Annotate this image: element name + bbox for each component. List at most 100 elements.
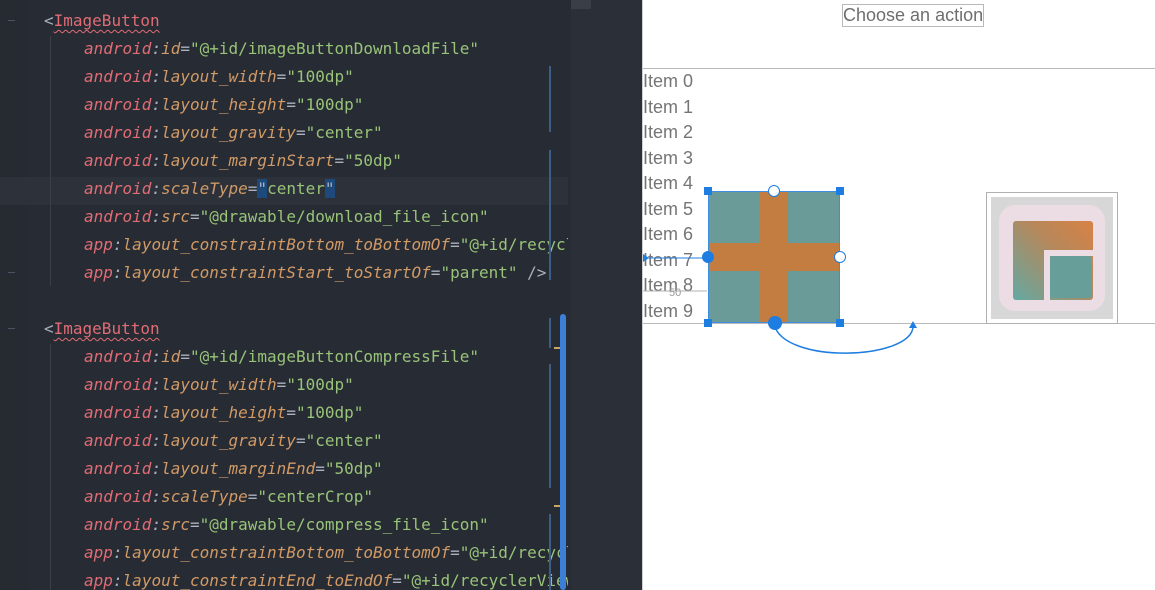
list-item[interactable]: Item 3 bbox=[643, 146, 693, 171]
code-line[interactable]: android:src="@drawable/download_file_ico… bbox=[44, 203, 489, 231]
code-token: = bbox=[392, 571, 402, 590]
code-token: : bbox=[151, 375, 162, 394]
image-button-compress-file[interactable] bbox=[986, 192, 1118, 324]
layout-preview[interactable]: Choose an action Item 0 Item 1 Item 2 Item … bbox=[642, 0, 1155, 590]
action-spinner[interactable]: Choose an action bbox=[842, 4, 984, 27]
editor-side-panel bbox=[571, 0, 642, 590]
fold-marker[interactable] bbox=[8, 272, 15, 273]
code-token: layout_constraintStart_toStartOf bbox=[122, 263, 431, 282]
code-token: "@+id/recyclerView" bbox=[401, 571, 568, 590]
code-token: = bbox=[286, 95, 296, 114]
code-line[interactable]: app:layout_constraintStart_toStartOf="pa… bbox=[44, 259, 546, 287]
code-token: = bbox=[450, 235, 460, 254]
change-marker bbox=[549, 150, 551, 280]
code-token: android bbox=[84, 95, 152, 114]
code-line[interactable]: android:scaleType="centerCrop" bbox=[44, 483, 373, 511]
code-line[interactable]: <ImageButton bbox=[44, 7, 160, 35]
resize-handle-top-left[interactable] bbox=[704, 187, 712, 195]
change-marker bbox=[549, 514, 551, 590]
code-token: "centerCrop" bbox=[257, 487, 374, 506]
code-line[interactable]: android:layout_width="100dp" bbox=[44, 371, 354, 399]
code-line[interactable]: android:scaleType="center" bbox=[44, 175, 335, 203]
code-line[interactable]: app:layout_constraintBottom_toBottomOf="… bbox=[44, 231, 568, 259]
fold-marker[interactable] bbox=[8, 20, 15, 21]
bottom-anchor[interactable] bbox=[768, 316, 782, 330]
code-line[interactable]: android:src="@drawable/compress_file_ico… bbox=[44, 511, 489, 539]
list-item[interactable]: Item 6 bbox=[643, 222, 693, 247]
code-line[interactable]: android:layout_height="100dp" bbox=[44, 399, 363, 427]
code-token: "50dp" bbox=[324, 459, 383, 478]
code-line[interactable]: android:layout_gravity="center" bbox=[44, 119, 383, 147]
resize-handle-bottom-left[interactable] bbox=[704, 319, 712, 327]
list-item[interactable]: Item 1 bbox=[643, 95, 693, 120]
code-token: layout_gravity bbox=[161, 431, 296, 450]
code-token: "100dp" bbox=[286, 375, 354, 394]
code-area[interactable]: <ImageButton android:id="@+id/imageButton… bbox=[0, 0, 568, 590]
code-token: : bbox=[151, 151, 162, 170]
code-token: "@+id/imageButtonDownloadFile" bbox=[189, 39, 479, 58]
code-token: "center" bbox=[305, 431, 383, 450]
list-item[interactable]: Item 9 bbox=[643, 299, 693, 324]
code-line[interactable]: android:id="@+id/imageButtonCompressFile… bbox=[44, 343, 479, 371]
recycler-top-divider bbox=[643, 68, 1155, 69]
resize-handle-top-right[interactable] bbox=[836, 187, 844, 195]
code-token: scaleType bbox=[161, 179, 248, 198]
image-button-download-file[interactable] bbox=[708, 191, 840, 323]
code-token: < bbox=[44, 11, 54, 30]
code-line[interactable]: android:layout_height="100dp" bbox=[44, 91, 363, 119]
code-token: = bbox=[430, 263, 441, 282]
code-token: : bbox=[151, 95, 162, 114]
code-token: = bbox=[180, 347, 190, 366]
code-token: "@+id/recyclerView" bbox=[459, 235, 568, 254]
list-item[interactable]: Item 7 bbox=[643, 248, 693, 273]
code-token: "@+id/recyclerView" bbox=[459, 543, 568, 562]
code-token: "@drawable/compress_file_icon" bbox=[199, 515, 489, 534]
code-token: "50dp" bbox=[344, 151, 402, 170]
image-button-background bbox=[991, 197, 1113, 319]
code-token: layout_width bbox=[161, 67, 277, 86]
list-item[interactable]: Item 4 bbox=[643, 171, 693, 196]
start-anchor[interactable] bbox=[702, 251, 714, 263]
code-token: layout_gravity bbox=[161, 123, 296, 142]
code-editor[interactable]: <ImageButton android:id="@+id/imageButton… bbox=[0, 0, 642, 590]
code-line[interactable]: android:layout_marginEnd="50dp" bbox=[44, 455, 383, 483]
end-anchor[interactable] bbox=[834, 251, 846, 263]
code-token: : bbox=[151, 207, 162, 226]
code-token: " bbox=[324, 179, 335, 198]
code-token: layout_height bbox=[161, 403, 287, 422]
code-token: layout_constraintBottom_toBottomOf bbox=[122, 235, 451, 254]
code-token: android bbox=[84, 207, 152, 226]
code-token: = bbox=[276, 67, 287, 86]
code-token: : bbox=[151, 123, 162, 142]
code-token: layout_height bbox=[161, 95, 287, 114]
code-token: android bbox=[84, 459, 152, 478]
list-item[interactable]: Item 2 bbox=[643, 120, 693, 145]
code-line[interactable]: app:layout_constraintEnd_toEndOf="@+id/r… bbox=[44, 567, 568, 590]
code-line[interactable]: android:id="@+id/imageButtonDownloadFile… bbox=[44, 35, 479, 63]
list-item[interactable]: Item 5 bbox=[643, 197, 693, 222]
fold-marker[interactable] bbox=[8, 328, 15, 329]
code-token: < bbox=[44, 319, 54, 338]
code-token: android bbox=[84, 67, 152, 86]
code-token: = bbox=[247, 487, 258, 506]
code-token: app bbox=[84, 235, 113, 254]
editor-scrollbar[interactable] bbox=[560, 314, 566, 590]
code-token: app bbox=[84, 263, 113, 282]
code-token: src bbox=[161, 207, 190, 226]
code-token: android bbox=[84, 347, 152, 366]
list-item[interactable]: Item 0 bbox=[643, 69, 693, 94]
top-anchor[interactable] bbox=[768, 185, 780, 197]
code-line[interactable]: <ImageButton bbox=[44, 315, 160, 343]
code-line[interactable]: android:layout_gravity="center" bbox=[44, 427, 383, 455]
change-marker bbox=[549, 364, 551, 488]
code-line[interactable]: android:layout_width="100dp" bbox=[44, 63, 354, 91]
code-token: = bbox=[189, 515, 200, 534]
code-token: layout_constraintBottom_toBottomOf bbox=[122, 543, 451, 562]
code-token: ImageButton bbox=[53, 319, 160, 338]
code-token: "@drawable/download_file_icon" bbox=[199, 207, 489, 226]
code-token: = bbox=[295, 431, 306, 450]
resize-handle-bottom-right[interactable] bbox=[836, 319, 844, 327]
code-line[interactable]: app:layout_constraintBottom_toBottomOf="… bbox=[44, 539, 568, 567]
code-line[interactable]: android:layout_marginStart="50dp" bbox=[44, 147, 402, 175]
code-token: = bbox=[450, 543, 460, 562]
